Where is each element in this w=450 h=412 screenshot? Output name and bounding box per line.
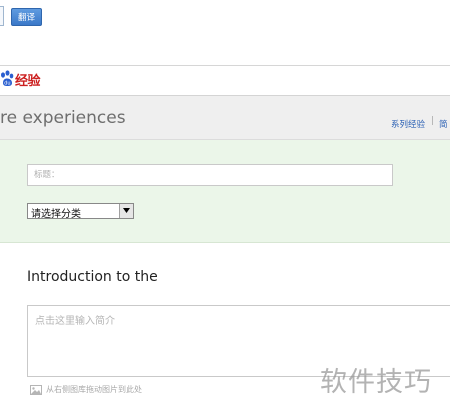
image-drop-hint: 从右侧图库拖动图片到此处 (30, 384, 142, 395)
brand-divider (0, 65, 450, 66)
page-title: re experiences (0, 108, 126, 128)
svg-text:du: du (4, 81, 10, 87)
category-selected-value: 请选择分类 (31, 209, 81, 220)
paw-icon: du (1, 70, 14, 87)
form-panel (0, 140, 450, 243)
upload-hint-text: 从右侧图库拖动图片到此处 (46, 385, 142, 394)
baidu-jingyan-logo[interactable]: du 经验 (0, 68, 41, 90)
triangle-down-icon (123, 208, 130, 213)
dropdown-button[interactable] (119, 204, 133, 218)
series-experience-link[interactable]: 系列经验 (391, 118, 425, 130)
category-select[interactable]: 请选择分类 (27, 203, 134, 220)
title-input[interactable]: 标题： (27, 164, 393, 186)
simple-link[interactable]: 简 (439, 118, 448, 130)
intro-heading: Introduction to the (27, 269, 158, 285)
image-icon (30, 384, 42, 395)
logo-text: 经验 (15, 73, 41, 89)
translate-button[interactable]: 翻译 (11, 8, 42, 26)
header-separator: | (431, 116, 435, 126)
truncated-control (0, 6, 4, 26)
watermark: 软件技巧 (320, 367, 432, 398)
